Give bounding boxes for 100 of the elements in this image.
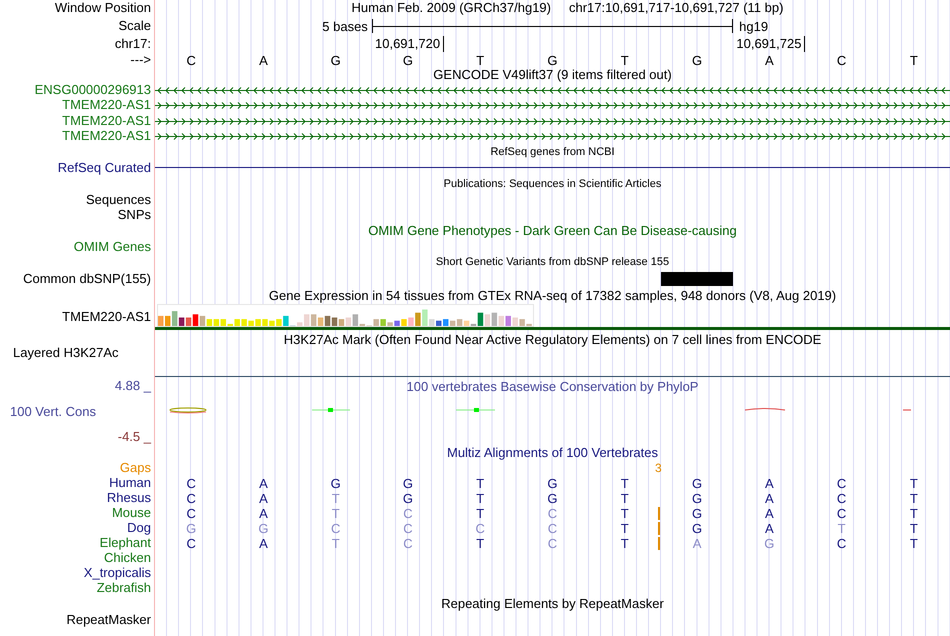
aligned-base: C (546, 506, 558, 521)
aligned-base: A (764, 491, 775, 506)
base-letter: T (475, 53, 486, 68)
species-label: Human (109, 476, 151, 491)
aligned-base: C (185, 506, 197, 521)
base-letter: A (258, 53, 269, 68)
axis-min-label: -4.5 _ (118, 430, 151, 445)
track-title: OMIM Gene Phenotypes - Dark Green Can Be Disease-causing (368, 224, 737, 239)
aligned-base: T (908, 476, 919, 491)
base-letter: T (620, 53, 630, 68)
species-label: Elephant (100, 536, 151, 551)
aligned-base: A (764, 521, 775, 536)
track-label: Sequences (86, 193, 151, 208)
aligned-base: G (257, 521, 270, 536)
aligned-base: G (185, 521, 198, 536)
species-label: Zebrafish (96, 581, 151, 596)
aligned-base: C (546, 536, 558, 551)
track-label: Scale (118, 18, 151, 34)
aligned-base: G (763, 536, 776, 551)
aligned-base: T (620, 506, 630, 521)
aligned-base: T (475, 491, 486, 506)
position-text: chr17:10,691,717-10,691,727 (11 bp) (569, 1, 784, 16)
track-title: GENCODE V49lift37 (9 items filtered out) (433, 68, 672, 83)
species-label: X_tropicalis (84, 566, 151, 581)
aligned-base: G (546, 476, 559, 491)
aligned-base: A (258, 476, 269, 491)
aligned-base: C (185, 491, 197, 506)
aligned-base: T (620, 476, 630, 491)
assembly-text: hg19 (738, 18, 770, 34)
aligned-base: C (836, 476, 848, 491)
track-label: Common dbSNP(155) (23, 272, 151, 286)
assembly-title: Human Feb. 2009 (GRCh37/hg19) (352, 1, 551, 16)
aligned-base: C (402, 536, 414, 551)
aligned-base: A (764, 506, 775, 521)
track-title: Short Genetic Variants from dbSNP release 155 (436, 256, 670, 269)
track-label: SNPs (118, 208, 151, 223)
coordinate-tick: 10,691,720 (375, 36, 444, 52)
aligned-base: T (620, 536, 630, 551)
coordinate-tick: 10,691,725 (736, 36, 806, 52)
aligned-base: C (185, 476, 197, 491)
track-label: Layered H3K27Ac (13, 346, 119, 361)
track-title: RefSeq genes from NCBI (490, 146, 615, 158)
aligned-base: A (764, 476, 775, 491)
aligned-base: C (836, 491, 848, 506)
aligned-base: A (258, 491, 269, 506)
species-label: Chicken (104, 551, 151, 566)
gene-label[interactable]: TMEM220-AS1 (62, 129, 151, 144)
track-label: OMIM Genes (74, 240, 151, 255)
species-label: Mouse (112, 506, 151, 521)
track-title: Repeating Elements by RepeatMasker (441, 597, 664, 612)
aligned-base: C (402, 521, 414, 536)
aligned-base: C (546, 521, 558, 536)
base-letter: T (908, 53, 919, 68)
aligned-base: G (690, 521, 704, 536)
track-label: TMEM220-AS1 (62, 310, 151, 324)
track-label: ---> (130, 53, 151, 68)
gene-label[interactable]: ENSG00000296913 (34, 82, 151, 98)
aligned-base: C (836, 506, 848, 521)
aligned-base: C (402, 506, 414, 521)
aligned-base: T (475, 506, 486, 521)
species-label: Rhesus (106, 491, 151, 506)
aligned-base: T (908, 521, 919, 536)
aligned-base: T (908, 506, 919, 521)
aligned-base: G (402, 491, 414, 506)
aligned-base: A (258, 536, 269, 551)
aligned-base: G (690, 476, 704, 491)
aligned-base: G (690, 506, 704, 521)
gene-label[interactable]: TMEM220-AS1 (62, 98, 151, 113)
gene-label[interactable]: TMEM220-AS1 (62, 114, 151, 128)
track-title: 100 vertebrates Basewise Conservation by PhyloP (406, 380, 698, 395)
track-label: RepeatMasker (66, 613, 151, 628)
aligned-base: G (690, 491, 704, 506)
track-label: 100 Vert. Cons (9, 404, 96, 420)
track-label: Gaps (120, 461, 151, 476)
species-label: Dog (127, 521, 151, 536)
aligned-base: T (620, 521, 630, 536)
aligned-base: T (330, 536, 341, 551)
base-letter: A (764, 53, 775, 68)
track-title: Publications: Sequences in Scientific Articles (444, 178, 662, 191)
scale-text: 5 bases (322, 18, 369, 34)
aligned-base: G (402, 476, 414, 491)
aligned-base: T (475, 476, 486, 491)
snp-marker[interactable] (661, 272, 733, 286)
gap-count: 3 (655, 461, 662, 475)
aligned-base: G (330, 476, 342, 491)
axis-max-label: 4.88 _ (114, 379, 151, 394)
track-title: H3K27Ac Mark (Often Found Near Active Regulatory Elements) on 7 cell lines from ENCODE (284, 333, 822, 348)
aligned-base: T (475, 536, 486, 551)
aligned-base: G (546, 491, 559, 506)
base-letter: C (836, 53, 848, 68)
aligned-base: A (258, 506, 269, 521)
track-label: chr17: (114, 36, 151, 52)
aligned-base: C (836, 536, 848, 551)
base-letter: G (690, 53, 704, 68)
aligned-base: C (330, 521, 342, 536)
base-letter: G (330, 53, 342, 68)
track-title: Gene Expression in 54 tissues from GTEx RNA-seq of 17382 samples, 948 donors (V8, Aug 2019) (268, 288, 836, 304)
aligned-base: T (836, 521, 847, 536)
track-label: RefSeq Curated (58, 160, 151, 176)
aligned-base: C (185, 536, 197, 551)
